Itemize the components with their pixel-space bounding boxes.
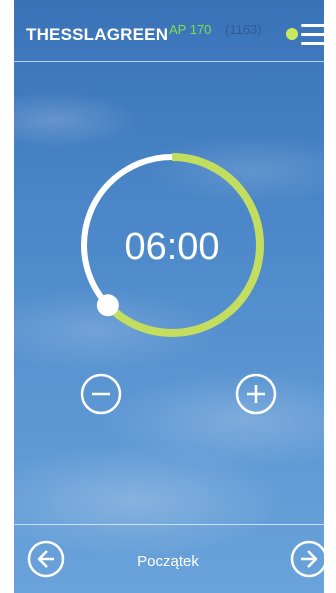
hamburger-menu-icon[interactable] (301, 24, 324, 46)
device-serial: (1163) (225, 22, 262, 37)
timer-value: 06:00 (124, 226, 220, 268)
connection-status-dot (286, 28, 298, 40)
step-label: Początek (137, 553, 199, 570)
minus-circle-icon[interactable] (80, 373, 122, 415)
brand-title: THESSLAGREEN (26, 25, 169, 44)
dial-handle[interactable] (96, 294, 119, 317)
arrow-right-circle-icon[interactable] (290, 540, 328, 578)
plus-circle-icon[interactable] (235, 373, 277, 415)
footer-divider (14, 524, 324, 525)
header: THESSLAGREEN AP 170 (1163) (14, 0, 324, 60)
header-divider (14, 61, 324, 62)
device-model: AP 170 (169, 22, 212, 37)
